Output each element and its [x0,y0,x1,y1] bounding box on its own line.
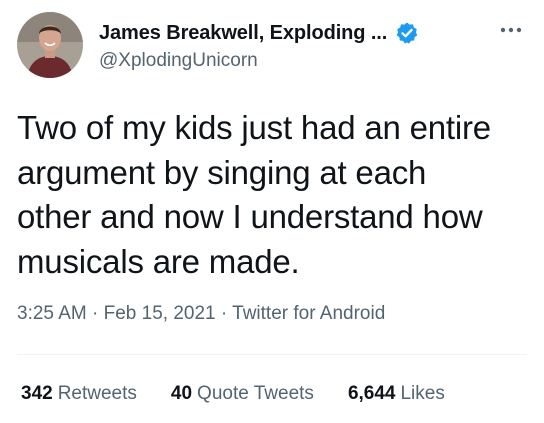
tweet-time[interactable]: 3:25 AM [17,303,87,324]
quote-tweets-count: 40 [170,383,193,404]
tweet-text-line: musicals are made. [17,242,300,280]
tweet-date[interactable]: Feb 15, 2021 [104,303,216,324]
tweet-metadata: 3:25 AM · Feb 15, 2021 · Twitter for And… [17,303,385,325]
divider [17,354,527,355]
author-name-row: James Breakwell, Exploding ... [99,19,479,47]
meta-separator: · [92,303,99,324]
retweets-count: 342 [21,383,53,404]
more-options-icon[interactable] [497,18,525,42]
verified-badge-icon [395,21,419,45]
likes-count: 6,644 [347,383,396,404]
quote-tweets-label: Quote Tweets [197,383,314,404]
avatar[interactable] [17,12,83,78]
quote-tweets-stat[interactable]: 40 Quote Tweets [171,383,314,405]
tweet-text-line: other and now I understand how [17,198,483,235]
author-handle[interactable]: @XplodingUnicorn [99,50,258,72]
author-display-name[interactable]: James Breakwell, Exploding ... [99,22,387,45]
tweet-text-line: argument by singing at each [17,153,427,191]
retweets-stat[interactable]: 342 Retweets [21,383,137,405]
retweets-label: Retweets [57,383,137,404]
likes-stat[interactable]: 6,644 Likes [348,383,445,405]
meta-separator: · [220,303,228,324]
engagement-stats: 342 Retweets 40 Quote Tweets 6,644 Likes [21,383,479,405]
likes-label: Likes [400,383,445,404]
tweet-source[interactable]: Twitter for Android [232,303,385,324]
tweet-text: Two of my kids just had an entire argume… [17,106,527,284]
tweet-text-line: Two of my kids just had an entire [17,109,491,146]
